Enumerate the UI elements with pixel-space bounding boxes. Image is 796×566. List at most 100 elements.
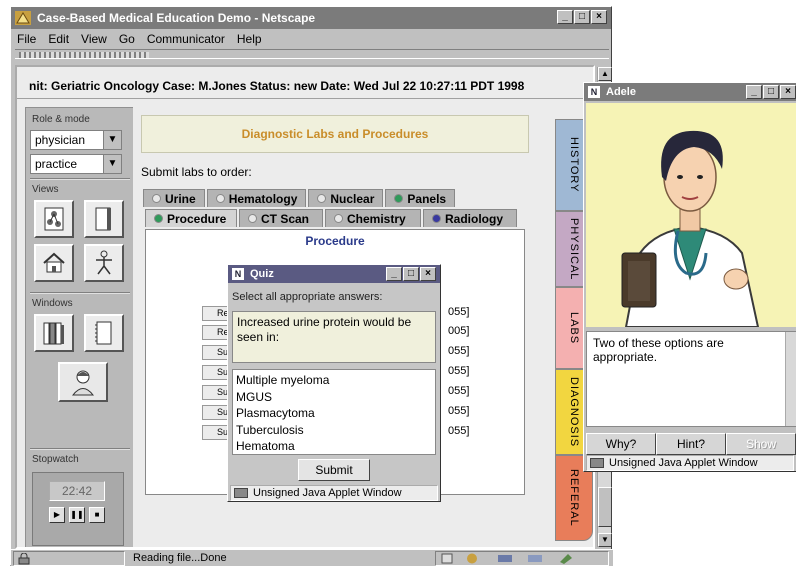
role-select[interactable]: physician ▼ xyxy=(30,130,122,150)
answer-option[interactable]: MGUS xyxy=(236,389,432,406)
side-tab-label: REFERAL xyxy=(568,469,580,527)
tab-dot-icon xyxy=(432,214,441,223)
scroll-down-icon[interactable]: ▼ xyxy=(598,533,612,547)
netscape-n-icon: N xyxy=(588,86,600,98)
tab-dot-icon xyxy=(154,214,163,223)
tab-label: Hematology xyxy=(228,191,298,206)
adele-agent-image xyxy=(586,103,796,327)
answer-option[interactable]: Tuberculosis xyxy=(236,422,432,439)
document-icon xyxy=(95,207,111,231)
scroll-thumb[interactable] xyxy=(598,487,612,527)
tab-chemistry[interactable]: Chemistry xyxy=(325,209,421,227)
tab-label: Urine xyxy=(165,191,196,206)
tab-dot-icon xyxy=(334,214,343,223)
status-text: Reading file...Done xyxy=(133,552,227,564)
component-icons[interactable] xyxy=(436,552,606,565)
window-library-button[interactable] xyxy=(34,314,74,352)
window-notebook-button[interactable] xyxy=(84,314,124,352)
view-document-button[interactable] xyxy=(84,200,124,238)
procedure-code: 055] xyxy=(448,306,470,318)
quiz-submit-button[interactable]: Submit xyxy=(298,459,370,481)
menu-file[interactable]: File xyxy=(17,32,36,46)
chevron-down-icon[interactable]: ▼ xyxy=(103,131,121,149)
menu-edit[interactable]: Edit xyxy=(48,32,69,46)
quiz-answer-list[interactable]: Multiple myeloma MGUS Plasmacytoma Tuber… xyxy=(232,369,436,455)
mode-select[interactable]: practice ▼ xyxy=(30,154,122,174)
close-button[interactable]: × xyxy=(780,85,796,99)
menu-help[interactable]: Help xyxy=(237,32,262,46)
message-scrollbar[interactable] xyxy=(785,332,796,426)
stopwatch-time: 22:42 xyxy=(49,481,105,501)
labs-header: Diagnostic Labs and Procedures xyxy=(141,115,529,153)
tab-ct-scan[interactable]: CT Scan xyxy=(239,209,323,227)
lock-icon xyxy=(18,552,30,565)
toolbar-grip-icon[interactable] xyxy=(19,52,149,58)
collapsed-toolbar[interactable] xyxy=(15,49,609,59)
tab-procedure[interactable]: Procedure xyxy=(145,209,237,227)
view-home-button[interactable] xyxy=(34,244,74,282)
close-button[interactable]: × xyxy=(591,10,607,24)
adele-titlebar: N Adele _ □ × xyxy=(584,83,796,101)
procedure-code: 005] xyxy=(448,325,470,337)
minimize-button[interactable]: _ xyxy=(557,10,573,24)
adele-title: Adele xyxy=(606,86,636,98)
maximize-button[interactable]: □ xyxy=(574,10,590,24)
tab-urine[interactable]: Urine xyxy=(143,189,205,207)
divider xyxy=(30,178,130,180)
side-tab-label: HISTORY xyxy=(568,137,580,193)
maximize-button[interactable]: □ xyxy=(403,267,419,281)
applet-warning-icon xyxy=(590,458,604,468)
tab-dot-icon xyxy=(394,194,404,203)
tab-panels[interactable]: Panels xyxy=(385,189,456,207)
tab-label: Panels xyxy=(407,191,447,206)
tab-dot-icon xyxy=(215,194,225,203)
chevron-down-icon[interactable]: ▼ xyxy=(103,155,121,173)
maximize-button[interactable]: □ xyxy=(763,85,779,99)
quiz-question: Increased urine protein would be seen in… xyxy=(232,311,436,363)
procedure-code: 055] xyxy=(448,345,470,357)
menu-communicator[interactable]: Communicator xyxy=(147,32,225,46)
minimize-button[interactable]: _ xyxy=(386,267,402,281)
quiz-title: Quiz xyxy=(250,268,274,280)
applet-warning-text: Unsigned Java Applet Window xyxy=(253,487,402,499)
show-button[interactable]: Show xyxy=(726,433,796,455)
procedure-title: Procedure xyxy=(305,234,365,248)
menu-view[interactable]: View xyxy=(81,32,107,46)
role-value: physician xyxy=(35,133,86,147)
applet-warning-icon xyxy=(234,488,248,498)
procedure-code: 055] xyxy=(448,405,470,417)
minimize-button[interactable]: _ xyxy=(746,85,762,99)
adele-message-box: Two of these options are appropriate. xyxy=(586,331,796,427)
tab-label: CT Scan xyxy=(261,211,310,226)
divider xyxy=(30,448,130,450)
applet-warning-text: Unsigned Java Applet Window xyxy=(609,457,758,469)
close-button[interactable]: × xyxy=(420,267,436,281)
divider xyxy=(30,292,130,294)
stop-button[interactable]: ■ xyxy=(89,507,105,523)
tab-nuclear[interactable]: Nuclear xyxy=(308,189,384,207)
view-network-button[interactable] xyxy=(34,200,74,238)
control-panel: Role & mode physician ▼ practice ▼ Views xyxy=(25,107,135,547)
tab-hematology[interactable]: Hematology xyxy=(206,189,307,207)
menu-go[interactable]: Go xyxy=(119,32,135,46)
answer-option[interactable]: Hematoma xyxy=(236,438,432,455)
home-icon xyxy=(43,252,65,273)
answer-option[interactable]: Plasmacytoma xyxy=(236,405,432,422)
hint-button[interactable]: Hint? xyxy=(656,433,726,455)
books-icon xyxy=(43,322,64,345)
tab-dot-icon xyxy=(317,194,327,203)
applet-warning: Unsigned Java Applet Window xyxy=(230,485,438,501)
side-tab-label: LABS xyxy=(568,311,580,345)
pause-button[interactable]: ❚❚ xyxy=(69,507,85,523)
applet-warning: Unsigned Java Applet Window xyxy=(586,455,794,471)
procedure-code: 055] xyxy=(448,365,470,377)
answer-option[interactable]: Multiple myeloma xyxy=(236,372,432,389)
tab-radiology[interactable]: Radiology xyxy=(423,209,517,227)
view-anatomy-button[interactable] xyxy=(84,244,124,282)
window-tutor-button[interactable] xyxy=(58,362,108,402)
adele-button-row: Why? Hint? Show xyxy=(586,433,796,455)
why-button[interactable]: Why? xyxy=(586,433,656,455)
component-bar xyxy=(435,551,609,566)
play-button[interactable]: ▶ xyxy=(49,507,65,523)
scroll-up-icon[interactable]: ▲ xyxy=(598,67,612,81)
